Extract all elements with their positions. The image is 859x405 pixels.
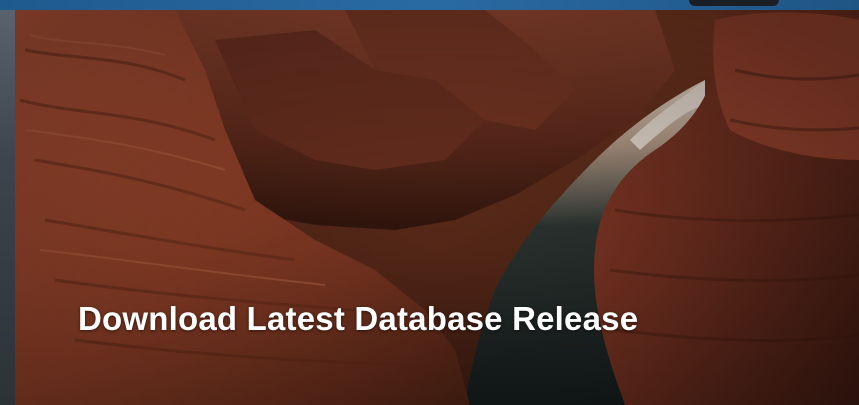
download-database-tile[interactable]: Download Latest Database Release bbox=[15, 10, 859, 405]
tile-title[interactable]: Download Latest Database Release bbox=[78, 300, 638, 338]
window-top-shadow bbox=[689, 0, 779, 6]
canyon-photo bbox=[15, 10, 859, 405]
window-edge bbox=[0, 0, 15, 405]
